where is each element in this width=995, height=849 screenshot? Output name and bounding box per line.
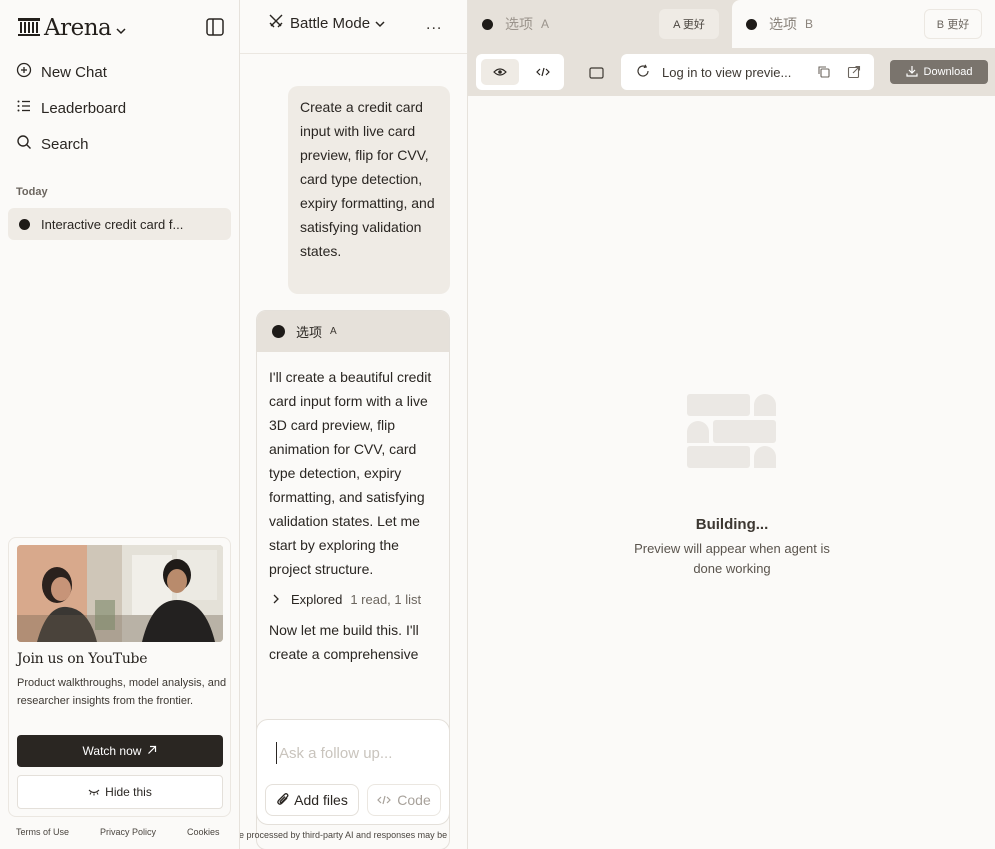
youtube-promo-card: Join us on YouTube Product walkthroughs,… (8, 537, 231, 817)
promo-title: Join us on YouTube (17, 651, 148, 667)
history-item-label: Interactive credit card f... (41, 216, 184, 232)
view-mode-toggle (476, 54, 564, 90)
paperclip-icon (276, 791, 294, 810)
eye-closed-icon (88, 785, 105, 799)
brand-name: Arena (44, 15, 112, 41)
tab-option-b-name: 选项 (769, 16, 797, 32)
list-icon (16, 98, 41, 118)
vote-b-better-button[interactable]: B 更好 (924, 9, 982, 39)
explored-label: Explored (291, 592, 343, 607)
follow-up-input[interactable] (276, 742, 436, 764)
add-files-label: Add files (294, 792, 348, 808)
sidebar-toggle-icon[interactable] (205, 17, 225, 37)
tab-option-a-name: 选项 (505, 16, 533, 32)
reload-icon[interactable] (636, 64, 650, 81)
promo-thumbnail[interactable] (17, 545, 223, 642)
answer-option-letter: A (330, 326, 337, 337)
nav-search[interactable]: Search (10, 129, 230, 159)
preview-panel: 选项 A A 更好 选项 B B 更好 Log in to view previ… (467, 0, 995, 849)
eye-icon (493, 64, 507, 80)
chevron-right-icon (269, 588, 291, 612)
url-text: Log in to view previe... (662, 64, 792, 80)
answer-text-2: Now let me build this. I'll create a com… (269, 622, 419, 662)
privacy-link[interactable]: Privacy Policy (100, 827, 156, 837)
model-dot-icon (19, 218, 30, 230)
chevron-down-icon (116, 22, 126, 38)
chevron-down-icon (375, 15, 391, 32)
battle-mode-label: Battle Mode (290, 14, 371, 32)
more-options-button[interactable]: ... (426, 16, 442, 34)
answer-body: I'll create a beautiful credit card inpu… (257, 352, 449, 679)
answer-text-1: I'll create a beautiful credit card inpu… (269, 369, 432, 577)
code-view-button[interactable] (526, 59, 560, 85)
hide-promo-button[interactable]: Hide this (17, 775, 223, 809)
copy-icon[interactable] (817, 65, 831, 82)
model-dot-icon (272, 325, 285, 338)
url-bar[interactable]: Log in to view previe... (621, 54, 874, 90)
preview-toolbar: Log in to view previe... Download (468, 48, 995, 96)
tab-option-a[interactable]: 选项 A A 更好 (468, 0, 732, 48)
download-button[interactable]: Download (890, 60, 988, 84)
answer-option-name: 选项 (296, 325, 323, 340)
history-item[interactable]: Interactive credit card f... (8, 208, 231, 240)
code-icon (377, 792, 397, 808)
model-dot-icon (482, 18, 493, 30)
arrow-up-right-icon (141, 744, 157, 758)
pillar-logo-icon (18, 17, 40, 40)
tab-option-a-letter: A (541, 17, 550, 31)
tab-option-b-letter: B (805, 17, 814, 31)
nav-new-chat-label: New Chat (41, 63, 107, 81)
nav-leaderboard[interactable]: Leaderboard (10, 93, 230, 123)
download-icon (905, 65, 924, 80)
add-files-button[interactable]: Add files (265, 784, 359, 816)
answer-card-header: 选项 A (257, 311, 449, 352)
search-icon (16, 134, 41, 154)
device-frame-icon[interactable] (589, 66, 604, 82)
vote-a-better-button[interactable]: A 更好 (659, 9, 719, 39)
nav-leaderboard-label: Leaderboard (41, 99, 127, 117)
download-label: Download (923, 66, 973, 78)
terms-link[interactable]: Terms of Use (16, 827, 69, 837)
sidebar: Arena New Chat Leaderboard Search Today … (0, 0, 240, 849)
plus-circle-icon (16, 62, 41, 82)
cookies-link[interactable]: Cookies (187, 827, 220, 837)
swords-icon (268, 13, 290, 33)
explored-meta: 1 read, 1 list (350, 592, 422, 607)
external-link-icon[interactable] (847, 65, 861, 82)
composer: Add files Code (256, 719, 450, 825)
hide-promo-label: Hide this (105, 785, 152, 799)
option-tabs: 选项 A A 更好 选项 B B 更好 (468, 0, 995, 48)
building-bricks-icon (687, 394, 777, 471)
promo-description: Product walkthroughs, model analysis, an… (17, 677, 227, 707)
watch-now-label: Watch now (82, 744, 142, 758)
building-subtitle: Preview will appear when agent is done w… (634, 541, 830, 576)
chat-column: Battle Mode ... Create a credit card inp… (240, 0, 467, 849)
model-dot-icon (746, 18, 757, 30)
watch-now-button[interactable]: Watch now (17, 735, 223, 767)
code-icon (536, 64, 550, 80)
battle-mode-selector[interactable]: Battle Mode (268, 12, 391, 34)
brand-logo[interactable]: Arena (18, 14, 126, 42)
section-today-label: Today (16, 186, 48, 198)
disclaimer-text: re processed by third-party AI and respo… (240, 830, 448, 840)
code-label: Code (397, 792, 431, 808)
nav-new-chat[interactable]: New Chat (10, 57, 230, 87)
preview-view-button[interactable] (481, 59, 519, 85)
code-toggle-button[interactable]: Code (367, 784, 441, 816)
chat-header-divider (240, 53, 467, 54)
building-title: Building... (695, 516, 769, 533)
nav-search-label: Search (41, 135, 89, 153)
explored-toggle[interactable]: Explored 1 read, 1 list (269, 588, 437, 612)
user-message: Create a credit card input with live car… (288, 86, 450, 294)
